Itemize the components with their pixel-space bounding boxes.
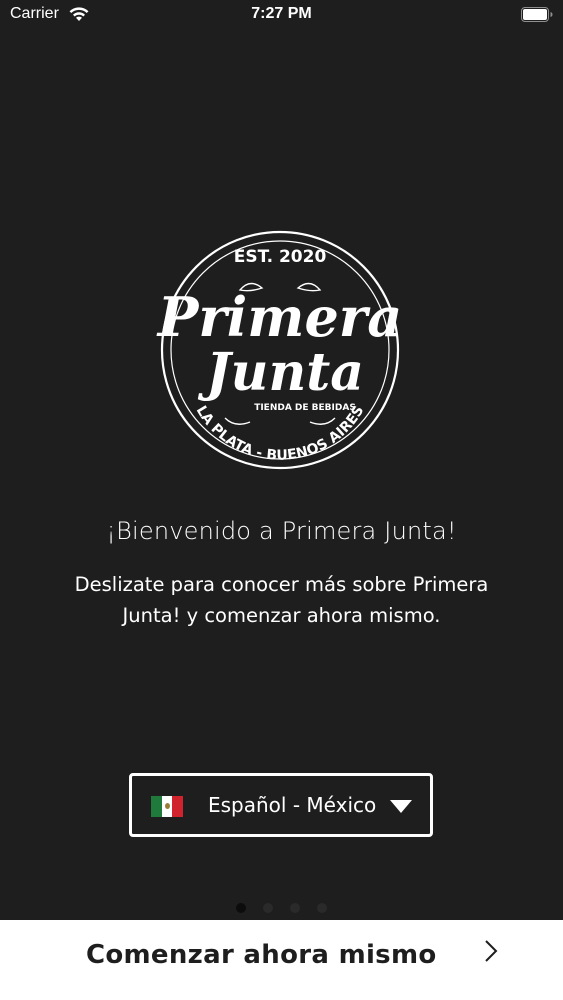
logo-est-text: EST. 2020	[234, 247, 327, 267]
language-dropdown[interactable]: Español - México	[129, 773, 433, 837]
logo-primera-text: Primera	[156, 285, 403, 349]
logo-junta-text: Junta	[197, 342, 364, 403]
page-dot-2[interactable]	[263, 903, 273, 913]
logo-ribbon-text: TIENDA DE BEBIDAS	[254, 403, 356, 413]
page-dot-1[interactable]	[236, 903, 246, 913]
status-bar: Carrier 7:27 PM	[0, 0, 563, 30]
clock: 7:27 PM	[251, 5, 312, 22]
start-now-label: Comenzar ahora mismo	[86, 940, 437, 970]
chevron-right-icon	[485, 940, 498, 962]
page-dot-4[interactable]	[317, 903, 327, 913]
welcome-title: ¡Bienvenido a Primera Junta!	[106, 517, 457, 545]
chevron-down-icon	[390, 800, 412, 813]
page-dot-3[interactable]	[290, 903, 300, 913]
battery-icon	[521, 7, 553, 22]
welcome-subtitle: Deslizate para conocer más sobre Primera…	[74, 573, 489, 627]
page-indicator[interactable]	[0, 903, 563, 913]
start-now-button[interactable]: Comenzar ahora mismo	[0, 920, 563, 1000]
language-label: Español - México	[208, 793, 377, 817]
brand-logo: EST. 2020 Primera Junta TIENDA DE BEBIDA…	[156, 230, 403, 470]
mexico-flag-icon	[151, 796, 184, 817]
